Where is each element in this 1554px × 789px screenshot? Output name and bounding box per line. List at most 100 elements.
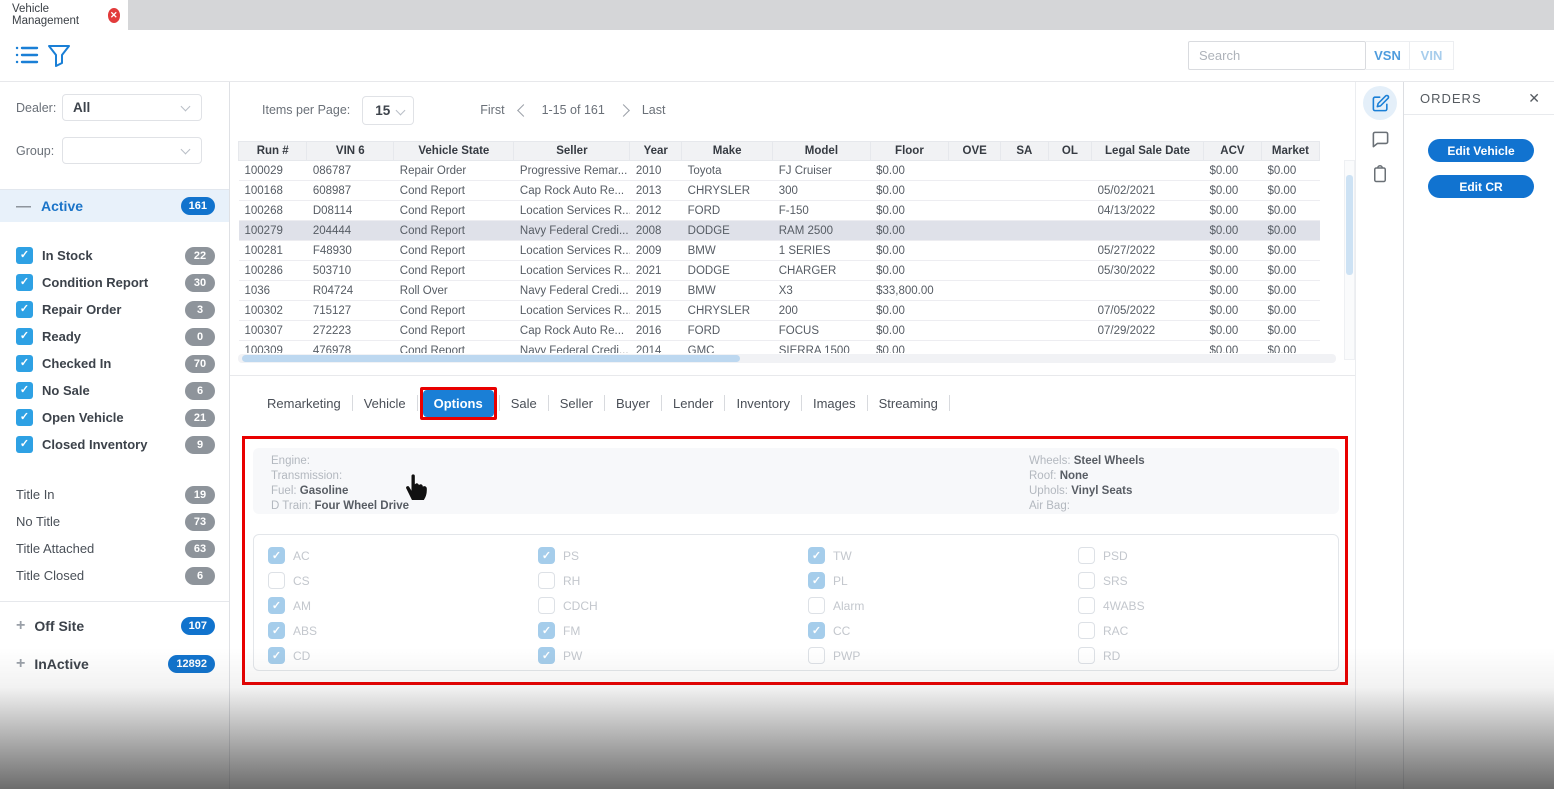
vertical-scrollbar[interactable]: [1344, 160, 1355, 360]
checkbox-icon[interactable]: [538, 547, 555, 564]
option-rac[interactable]: RAC: [1078, 618, 1145, 643]
expand-plus-icon[interactable]: +: [16, 617, 25, 635]
table-row[interactable]: 100286503710Cond ReportLocation Services…: [239, 261, 1320, 281]
option-rd[interactable]: RD: [1078, 643, 1145, 668]
checkbox-icon[interactable]: [268, 572, 285, 589]
tab-buyer[interactable]: Buyer: [605, 390, 661, 417]
search-input[interactable]: [1188, 41, 1366, 70]
option-ac[interactable]: AC: [268, 543, 317, 568]
checkbox-icon[interactable]: [538, 572, 555, 589]
column-header-ol[interactable]: OL: [1048, 142, 1091, 161]
vin-button[interactable]: VIN: [1410, 41, 1454, 70]
checkbox-icon[interactable]: [16, 355, 33, 372]
sidebar-item-in-stock[interactable]: In Stock22: [0, 242, 229, 269]
checkbox-icon[interactable]: [1078, 572, 1095, 589]
table-row[interactable]: 100029086787Repair OrderProgressive Rema…: [239, 161, 1320, 181]
sidebar-section-active[interactable]: — Active 161: [0, 189, 229, 222]
app-tab-vehicle-management[interactable]: Vehicle Management ✕: [0, 0, 128, 30]
sidebar-item-title-attached[interactable]: Title Attached63: [0, 535, 229, 562]
column-header-year[interactable]: Year: [630, 142, 682, 161]
sidebar-item-title-closed[interactable]: Title Closed6: [0, 562, 229, 589]
checkbox-icon[interactable]: [808, 572, 825, 589]
option-srs[interactable]: SRS: [1078, 568, 1145, 593]
tab-sale[interactable]: Sale: [500, 390, 548, 417]
horizontal-scrollbar[interactable]: [238, 354, 1336, 363]
sidebar-section-off-site[interactable]: +Off Site107: [0, 607, 229, 645]
sidebar-item-condition-report[interactable]: Condition Report30: [0, 269, 229, 296]
table-row[interactable]: 100168608987Cond ReportCap Rock Auto Re.…: [239, 181, 1320, 201]
checkbox-icon[interactable]: [1078, 622, 1095, 639]
sidebar-item-repair-order[interactable]: Repair Order3: [0, 296, 229, 323]
checkbox-icon[interactable]: [16, 328, 33, 345]
table-row[interactable]: 100268D08114Cond ReportLocation Services…: [239, 201, 1320, 221]
checkbox-icon[interactable]: [538, 647, 555, 664]
checkbox-icon[interactable]: [808, 597, 825, 614]
table-row[interactable]: 100302715127Cond ReportLocation Services…: [239, 301, 1320, 321]
checkbox-icon[interactable]: [16, 247, 33, 264]
sidebar-item-title-in[interactable]: Title In19: [0, 481, 229, 508]
vertical-scrollbar-thumb[interactable]: [1346, 175, 1353, 275]
option-ps[interactable]: PS: [538, 543, 598, 568]
column-header-market[interactable]: Market: [1261, 142, 1319, 161]
column-header-model[interactable]: Model: [773, 142, 870, 161]
chat-icon[interactable]: [1363, 122, 1397, 156]
table-row[interactable]: 100279204444Cond ReportNavy Federal Cred…: [239, 221, 1320, 241]
sidebar-item-ready[interactable]: Ready0: [0, 323, 229, 350]
checkbox-icon[interactable]: [268, 647, 285, 664]
close-icon[interactable]: ✕: [1528, 90, 1554, 107]
tab-lender[interactable]: Lender: [662, 390, 724, 417]
table-row[interactable]: 100281F48930Cond ReportLocation Services…: [239, 241, 1320, 261]
option-cc[interactable]: CC: [808, 618, 864, 643]
option-pwp[interactable]: PWP: [808, 643, 864, 668]
column-header-seller[interactable]: Seller: [514, 142, 630, 161]
checkbox-icon[interactable]: [1078, 547, 1095, 564]
table-row[interactable]: 100309476978Cond ReportNavy Federal Cred…: [239, 341, 1320, 354]
column-header-make[interactable]: Make: [682, 142, 773, 161]
items-per-page-select[interactable]: 15: [362, 96, 414, 125]
column-header-floor[interactable]: Floor: [870, 142, 949, 161]
checkbox-icon[interactable]: [538, 622, 555, 639]
filter-funnel-icon[interactable]: [46, 42, 72, 68]
option-am[interactable]: AM: [268, 593, 317, 618]
column-header-acv[interactable]: ACV: [1203, 142, 1261, 161]
sidebar-item-open-vehicle[interactable]: Open Vehicle21: [0, 404, 229, 431]
first-page-link[interactable]: First: [480, 103, 504, 117]
column-header-sa[interactable]: SA: [1001, 142, 1049, 161]
option-pw[interactable]: PW: [538, 643, 598, 668]
checkbox-icon[interactable]: [268, 597, 285, 614]
checkbox-icon[interactable]: [268, 622, 285, 639]
option-cs[interactable]: CS: [268, 568, 317, 593]
tab-remarketing[interactable]: Remarketing: [256, 390, 352, 417]
sidebar-item-closed-inventory[interactable]: Closed Inventory9: [0, 431, 229, 458]
option-tw[interactable]: TW: [808, 543, 864, 568]
sidebar-item-no-sale[interactable]: No Sale6: [0, 377, 229, 404]
checkbox-icon[interactable]: [16, 436, 33, 453]
sidebar-item-checked-in[interactable]: Checked In70: [0, 350, 229, 377]
column-header-ove[interactable]: OVE: [949, 142, 1001, 161]
checkbox-icon[interactable]: [538, 597, 555, 614]
checkbox-icon[interactable]: [808, 622, 825, 639]
tab-images[interactable]: Images: [802, 390, 867, 417]
tab-inventory[interactable]: Inventory: [725, 390, 800, 417]
option-cd[interactable]: CD: [268, 643, 317, 668]
checkbox-icon[interactable]: [16, 301, 33, 318]
vsn-button[interactable]: VSN: [1366, 41, 1410, 70]
option-pl[interactable]: PL: [808, 568, 864, 593]
checkbox-icon[interactable]: [16, 274, 33, 291]
last-page-link[interactable]: Last: [642, 103, 666, 117]
column-header-vehicle-state[interactable]: Vehicle State: [394, 142, 514, 161]
tab-seller[interactable]: Seller: [549, 390, 604, 417]
column-header-legal-sale-date[interactable]: Legal Sale Date: [1092, 142, 1204, 161]
option-alarm[interactable]: Alarm: [808, 593, 864, 618]
collapse-minus-icon[interactable]: —: [16, 198, 31, 215]
next-page-icon[interactable]: [617, 104, 630, 117]
tab-vehicle[interactable]: Vehicle: [353, 390, 417, 417]
checkbox-icon[interactable]: [16, 382, 33, 399]
tab-options[interactable]: Options: [423, 390, 494, 417]
sidebar-section-inactive[interactable]: +InActive12892: [0, 645, 229, 683]
edit-cr-button[interactable]: Edit CR: [1428, 175, 1534, 198]
group-select[interactable]: [62, 137, 202, 164]
option-rh[interactable]: RH: [538, 568, 598, 593]
edit-vehicle-button[interactable]: Edit Vehicle: [1428, 139, 1534, 162]
list-menu-icon[interactable]: [14, 42, 40, 68]
